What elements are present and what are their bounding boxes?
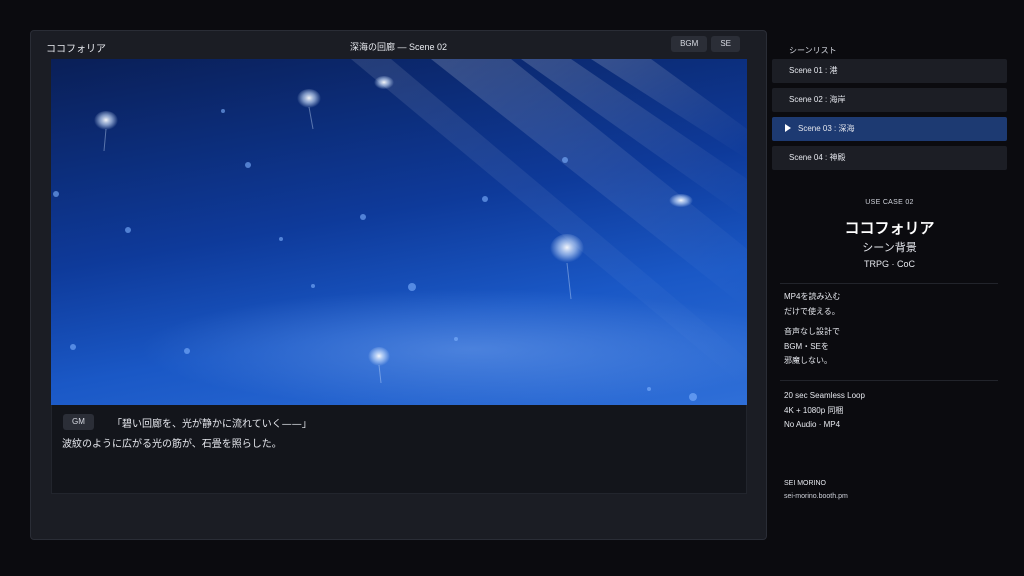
se-button[interactable]: SE [711, 36, 740, 52]
feature-note: MP4を読み込む だけで使える。 [784, 292, 841, 316]
scene-item-label: Scene 04 : 神殿 [789, 153, 846, 162]
app-window: ココフォリア 深海の回廊 — Scene 02 BGM SE GM 「碧い回廊を… [30, 30, 767, 540]
scene-item-03[interactable]: Scene 03 : 深海 [772, 117, 1007, 141]
author-name: SEI MORINO [784, 480, 827, 487]
scene-item-label: Scene 03 : 深海 [798, 124, 855, 133]
scene-item-01[interactable]: Scene 01 : 港 [772, 59, 1007, 83]
titlebar: ココフォリア 深海の回廊 — Scene 02 BGM SE [31, 31, 766, 59]
audio-controls: BGM SE [671, 36, 740, 52]
scene-item-label: Scene 01 : 港 [789, 66, 838, 75]
speaker-tag: GM [63, 414, 94, 430]
scene-list-heading: シーンリスト [789, 46, 837, 55]
underwater-scene-image [53, 59, 747, 405]
feature-note: 音声なし設計で BGM・SEを 邪魔しない。 [784, 327, 840, 365]
dialogue-box: GM 「碧い回廊を、光が静かに流れていく——」 波紋のように広がる光の筋が、石畳… [51, 405, 747, 494]
scene-item-label: Scene 02 : 海岸 [789, 95, 846, 104]
usecase-label: USE CASE 02 [865, 199, 914, 206]
dialogue-line: 波紋のように広がる光の筋が、石畳を照らした。 [62, 439, 282, 450]
dialogue-line: 「碧い回廊を、光が静かに流れていく——」 [112, 419, 312, 430]
scene-item-02[interactable]: Scene 02 : 海岸 [772, 88, 1007, 112]
product-tagline: TRPG · CoC [863, 259, 915, 269]
scene-item-04[interactable]: Scene 04 : 神殿 [772, 146, 1007, 170]
product-title: ココフォリア [844, 220, 935, 237]
scene-background [51, 59, 747, 405]
seafloor-glow [141, 289, 747, 405]
divider [780, 380, 998, 381]
product-subtitle: シーン背景 [862, 242, 917, 254]
bgm-button[interactable]: BGM [671, 36, 708, 52]
author-url[interactable]: sei-morino.booth.pm [784, 493, 848, 500]
scene-title: 深海の回廊 — Scene 02 [349, 42, 448, 52]
spec-list: 20 sec Seamless Loop 4K + 1080p 同梱 No Au… [784, 391, 865, 429]
play-icon [785, 123, 791, 132]
divider [780, 283, 998, 284]
